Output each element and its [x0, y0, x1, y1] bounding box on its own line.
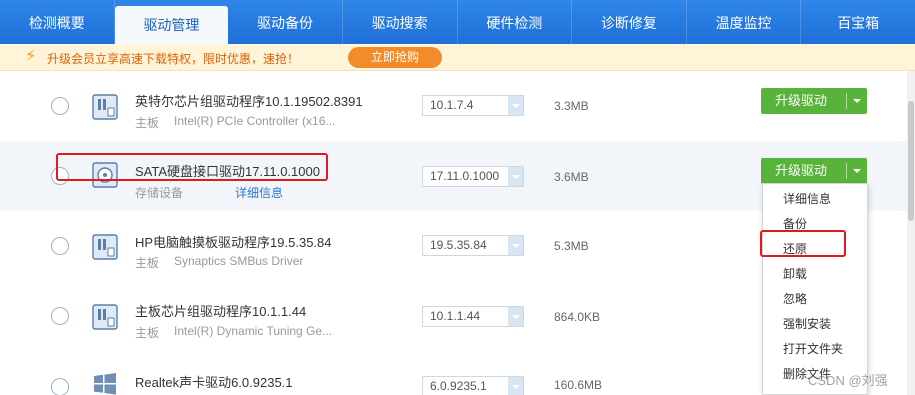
chevron-down-icon	[508, 307, 523, 326]
tab-overview[interactable]: 检测概要	[0, 0, 115, 44]
driver-description: Intel(R) Dynamic Tuning Ge...	[174, 324, 333, 338]
chevron-down-icon	[508, 377, 523, 395]
board-icon	[92, 94, 118, 120]
tab-diagnose-repair[interactable]: 诊断修复	[572, 0, 687, 44]
board-icon	[92, 234, 118, 260]
annotation-box-driver	[56, 153, 328, 181]
version-select[interactable]: 10.1.1.44	[422, 306, 524, 327]
version-select[interactable]: 10.1.7.4	[422, 95, 524, 116]
row-select-radio[interactable]	[51, 97, 69, 115]
driver-size: 3.6MB	[554, 170, 589, 184]
driver-name: Realtek声卡驱动6.0.9235.1	[135, 375, 293, 390]
driver-name: 英特尔芯片组驱动程序10.1.19502.8391	[135, 94, 363, 109]
driver-action-menu: 详细信息 备份 还原 卸载 忽略 强制安装 打开文件夹 删除文件	[762, 183, 868, 395]
tab-temperature[interactable]: 温度监控	[687, 0, 802, 44]
tab-driver-search[interactable]: 驱动搜索	[343, 0, 458, 44]
row-select-radio[interactable]	[51, 237, 69, 255]
driver-size: 3.3MB	[554, 99, 589, 113]
dropdown-caret-icon[interactable]	[853, 169, 861, 173]
tab-driver-backup[interactable]: 驱动备份	[228, 0, 343, 44]
chevron-down-icon	[508, 167, 523, 186]
driver-manager-window: 检测概要 驱动管理 驱动备份 驱动搜索 硬件检测 诊断修复 温度监控 百宝箱 ⚡…	[0, 0, 915, 395]
driver-category: 主板	[135, 326, 160, 340]
driver-category: 主板	[135, 256, 160, 270]
dropdown-caret-icon[interactable]	[853, 99, 861, 103]
scrollbar-thumb[interactable]	[908, 101, 914, 221]
driver-size: 160.6MB	[554, 378, 603, 392]
chevron-down-icon	[508, 96, 523, 115]
button-separator	[846, 163, 847, 179]
version-value: 6.0.9235.1	[430, 379, 487, 393]
version-value: 17.11.0.1000	[430, 169, 500, 183]
button-separator	[846, 93, 847, 109]
tab-toolbox[interactable]: 百宝箱	[801, 0, 915, 44]
driver-category: 存储设备	[135, 186, 184, 200]
version-value: 10.1.1.44	[430, 309, 481, 323]
detail-info-link[interactable]: 详细信息	[235, 184, 283, 201]
driver-name: 主板芯片组驱动程序10.1.1.44	[135, 304, 307, 319]
windows-icon	[94, 373, 116, 395]
driver-size: 864.0KB	[554, 310, 601, 324]
upgrade-label: 升级驱动	[775, 93, 828, 108]
row-select-radio[interactable]	[51, 378, 69, 395]
version-select[interactable]: 6.0.9235.1	[422, 376, 524, 395]
menu-item-details[interactable]: 详细信息	[783, 190, 831, 207]
chevron-down-icon	[508, 236, 523, 255]
driver-row: 英特尔芯片组驱动程序10.1.19502.8391 主板 Intel(R) PC…	[0, 71, 915, 141]
version-select[interactable]: 19.5.35.84	[422, 235, 524, 256]
upgrade-driver-button[interactable]: 升级驱动	[761, 158, 867, 184]
upgrade-label: 升级驱动	[775, 163, 828, 178]
upgrade-driver-button[interactable]: 升级驱动	[761, 88, 867, 114]
driver-description: Synaptics SMBus Driver	[174, 254, 304, 268]
promo-banner: ⚡ 升级会员立享高速下载特权，限时优惠，速抢！ 立即抢购	[0, 44, 915, 71]
annotation-box-restore	[760, 230, 846, 257]
driver-category: 主板	[135, 116, 160, 130]
tab-hardware-check[interactable]: 硬件检测	[458, 0, 573, 44]
top-tab-bar: 检测概要 驱动管理 驱动备份 驱动搜索 硬件检测 诊断修复 温度监控 百宝箱	[0, 0, 915, 44]
driver-name: HP电脑触摸板驱动程序19.5.35.84	[135, 235, 332, 250]
lightning-icon: ⚡	[25, 48, 37, 65]
menu-item-ignore[interactable]: 忽略	[783, 290, 807, 307]
version-select[interactable]: 17.11.0.1000	[422, 166, 524, 187]
vertical-scrollbar[interactable]	[907, 71, 915, 395]
menu-item-open-folder[interactable]: 打开文件夹	[783, 340, 843, 357]
promo-text: 升级会员立享高速下载特权，限时优惠，速抢！	[47, 52, 300, 66]
menu-item-uninstall[interactable]: 卸载	[783, 265, 807, 282]
driver-size: 5.3MB	[554, 239, 589, 253]
row-select-radio[interactable]	[51, 307, 69, 325]
version-value: 19.5.35.84	[430, 238, 487, 252]
board-icon	[92, 304, 118, 330]
version-value: 10.1.7.4	[430, 98, 474, 112]
driver-description: Intel(R) PCIe Controller (x16...	[174, 114, 336, 128]
tab-driver-management[interactable]: 驱动管理	[114, 6, 229, 44]
buy-now-button[interactable]: 立即抢购	[348, 47, 442, 68]
watermark: CSDN @刘强	[808, 373, 888, 388]
menu-item-force-install[interactable]: 强制安装	[783, 315, 831, 332]
